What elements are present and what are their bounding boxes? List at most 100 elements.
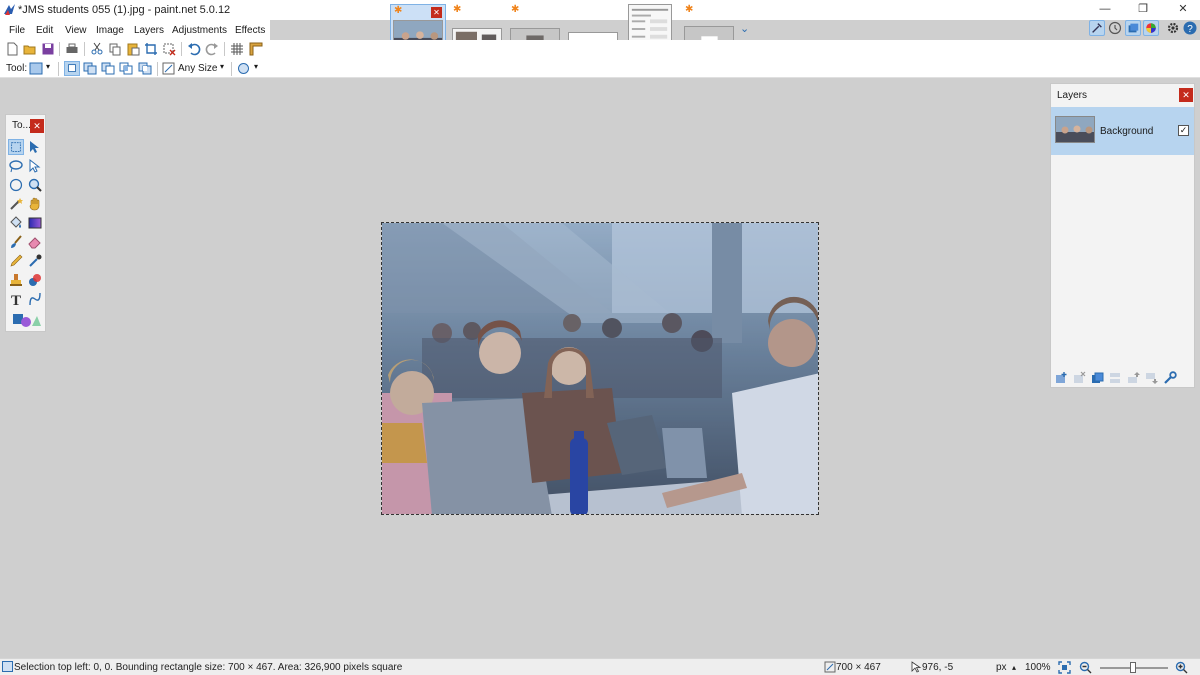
help-icon[interactable]: ? — [1182, 20, 1198, 36]
cut-icon[interactable] — [90, 42, 104, 56]
tool-label: Tool: — [6, 63, 28, 74]
layer-thumbnail — [1055, 116, 1095, 143]
layers-window-close-button[interactable]: ✕ — [1179, 88, 1193, 102]
undo-icon[interactable] — [187, 42, 201, 56]
settings-gear-icon[interactable] — [1165, 20, 1181, 36]
merge-layer-down-icon[interactable] — [1108, 371, 1122, 385]
tab-overflow-chevron-icon[interactable]: ⌄ — [740, 22, 749, 35]
pan-tool-icon[interactable] — [27, 196, 43, 212]
status-bar: Selection top left: 0, 0. Bounding recta… — [0, 658, 1200, 675]
history-icon[interactable] — [1107, 20, 1123, 36]
antialiasing-icon[interactable] — [237, 62, 250, 75]
move-selection-tool-icon[interactable] — [27, 158, 43, 174]
magic-wand-tool-icon[interactable] — [8, 196, 24, 212]
zoom-slider-thumb[interactable] — [1130, 662, 1136, 673]
move-selected-pixels-tool-icon[interactable] — [27, 139, 43, 155]
modified-marker: ✱ — [511, 4, 520, 15]
zoom-level[interactable]: 100% — [1025, 662, 1051, 673]
deselect-icon[interactable] — [162, 42, 176, 56]
open-icon[interactable] — [23, 42, 37, 56]
tools-window-close-button[interactable]: ✕ — [30, 119, 44, 133]
toolbar-separator — [224, 42, 225, 56]
tools-window-title: To... — [12, 120, 31, 131]
print-icon[interactable] — [65, 42, 79, 56]
menu-file[interactable]: File — [9, 25, 25, 36]
ellipse-select-tool-icon[interactable] — [8, 177, 24, 193]
crop-to-selection-icon[interactable] — [144, 42, 158, 56]
eraser-tool-icon[interactable] — [27, 234, 43, 250]
recolor-tool-icon[interactable] — [27, 272, 43, 288]
zoom-out-icon[interactable] — [1079, 661, 1092, 674]
menu-bar: File Edit View Image Layers Adjustments … — [0, 20, 270, 40]
save-icon[interactable] — [41, 42, 55, 56]
redo-icon[interactable] — [205, 42, 219, 56]
add-new-layer-icon[interactable] — [1054, 371, 1068, 385]
units-selector[interactable]: px — [996, 662, 1007, 673]
units-dropdown-arrow-icon[interactable]: ▴ — [1012, 663, 1016, 672]
tools-window-toggle-icon[interactable] — [1089, 20, 1105, 36]
menu-image[interactable]: Image — [96, 25, 124, 36]
paint-bucket-tool-icon[interactable] — [8, 215, 24, 231]
zoom-to-window-icon[interactable] — [1058, 661, 1071, 674]
move-layer-up-icon[interactable] — [1126, 371, 1140, 385]
menu-adjustments[interactable]: Adjustments — [172, 25, 227, 36]
line-curve-tool-icon[interactable] — [27, 291, 43, 307]
text-tool-icon[interactable]: T — [8, 291, 24, 307]
selection-mode-union-icon[interactable] — [83, 62, 97, 75]
toolbar-separator — [231, 62, 232, 76]
menu-layers[interactable]: Layers — [134, 25, 164, 36]
move-layer-down-icon[interactable] — [1144, 371, 1158, 385]
selection-mode-intersect-icon[interactable] — [119, 62, 133, 75]
color-picker-tool-icon[interactable] — [27, 253, 43, 269]
layers-window-title: Layers — [1057, 90, 1088, 101]
close-image-tab-button[interactable]: ✕ — [431, 7, 442, 18]
copy-icon[interactable] — [108, 42, 122, 56]
clone-stamp-tool-icon[interactable] — [8, 272, 24, 288]
rulers-icon[interactable] — [249, 42, 263, 56]
selection-mode-exclude-icon[interactable] — [101, 62, 115, 75]
zoom-in-icon[interactable] — [1175, 661, 1188, 674]
layer-name: Background — [1100, 126, 1154, 137]
paste-icon[interactable] — [126, 42, 140, 56]
duplicate-layer-icon[interactable] — [1090, 371, 1104, 385]
delete-layer-icon[interactable] — [1072, 371, 1086, 385]
shapes-tool-icon[interactable] — [12, 312, 42, 328]
close-window-button[interactable]: ✕ — [1168, 0, 1198, 18]
layer-properties-wrench-icon[interactable] — [1163, 371, 1177, 385]
rectangle-select-tool-icon[interactable] — [8, 139, 24, 155]
zoom-tool-icon[interactable] — [27, 177, 43, 193]
selection-mode-replace-icon[interactable] — [64, 61, 80, 76]
tool-options-bar: Tool: ▾ Any Size ▾ ▾ — [0, 60, 1200, 78]
window-title: *JMS students 055 (1).jpg - paint.net 5.… — [18, 4, 231, 16]
minimize-button[interactable]: — — [1090, 0, 1120, 18]
menu-view[interactable]: View — [65, 25, 87, 36]
selection-size-mode[interactable]: Any Size — [178, 63, 217, 74]
layer-visibility-checkbox[interactable]: ✓ — [1178, 125, 1189, 136]
layers-window-toggle-icon[interactable] — [1125, 20, 1141, 36]
restore-button[interactable]: ❐ — [1128, 0, 1158, 18]
paintnet-logo-icon — [3, 3, 16, 16]
selection-size-status-icon — [824, 661, 836, 673]
selection-mode-xor-icon[interactable] — [138, 62, 152, 75]
size-dropdown-arrow-icon[interactable]: ▾ — [220, 62, 224, 71]
canvas-image[interactable] — [381, 222, 819, 515]
pixel-grid-icon[interactable] — [230, 42, 244, 56]
modified-marker: ✱ — [453, 4, 462, 15]
main-toolbar — [0, 40, 1200, 60]
paintbrush-tool-icon[interactable] — [8, 234, 24, 250]
gradient-tool-icon[interactable] — [27, 215, 43, 231]
tool-dropdown-arrow-icon[interactable]: ▾ — [46, 62, 50, 71]
rectangle-select-icon[interactable] — [29, 62, 43, 75]
antialias-dropdown-arrow-icon[interactable]: ▾ — [254, 62, 258, 71]
layer-item-background[interactable]: Background ✓ — [1051, 107, 1194, 155]
new-image-icon[interactable] — [5, 42, 19, 56]
pencil-tool-icon[interactable] — [8, 253, 24, 269]
menu-effects[interactable]: Effects — [235, 25, 265, 36]
selection-status-icon — [2, 661, 13, 672]
toolbar-separator — [59, 42, 60, 56]
colors-window-toggle-icon[interactable] — [1143, 20, 1159, 36]
lasso-select-tool-icon[interactable] — [8, 158, 24, 174]
photo-students-at-table — [382, 223, 818, 514]
menu-edit[interactable]: Edit — [36, 25, 53, 36]
toolbar-separator — [84, 42, 85, 56]
